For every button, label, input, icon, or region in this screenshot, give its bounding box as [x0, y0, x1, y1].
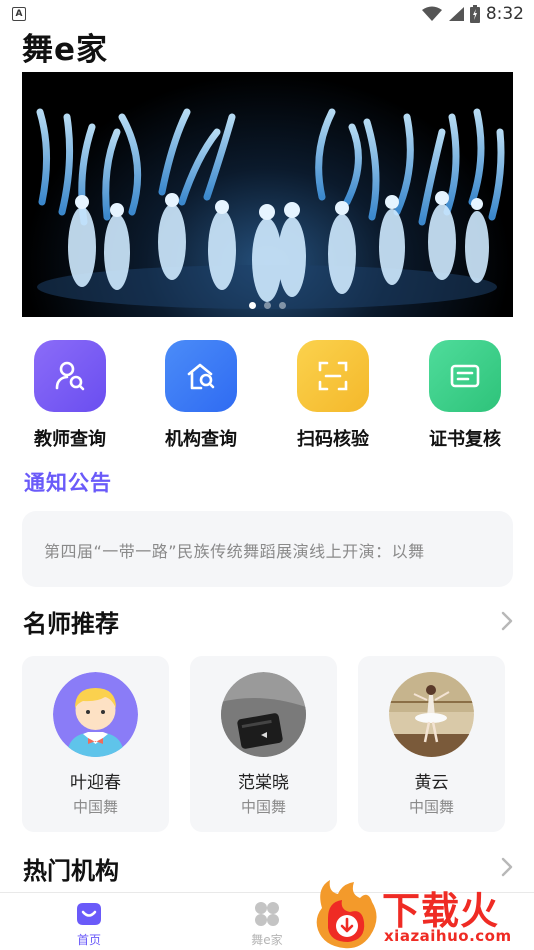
teachers-section-title: 名师推荐	[23, 610, 119, 638]
chevron-right-icon[interactable]	[500, 857, 514, 877]
avatar	[221, 672, 306, 757]
home-icon	[77, 903, 101, 925]
quick-action-label: 机构查询	[165, 429, 237, 450]
status-time: 8:32	[485, 4, 524, 24]
flame-icon	[316, 880, 377, 949]
teacher-card[interactable]: 黄云 中国舞	[358, 656, 505, 832]
banner-dot[interactable]	[264, 302, 271, 309]
institution-search-button[interactable]: 机构查询	[146, 340, 256, 451]
certificate-icon	[429, 340, 501, 412]
teacher-card[interactable]: 叶迎春 中国舞	[22, 656, 169, 832]
teacher-name: 黄云	[414, 773, 449, 793]
scan-code-button[interactable]: 扫码核验	[278, 340, 388, 451]
teacher-dance-style: 中国舞	[240, 798, 286, 816]
scan-code-icon	[297, 340, 369, 412]
teacher-search-icon	[34, 340, 106, 412]
teacher-search-button[interactable]: 教师查询	[15, 340, 125, 451]
chevron-right-icon[interactable]	[500, 611, 514, 631]
teacher-dance-style: 中国舞	[408, 798, 454, 816]
notice-banner[interactable]: 第四届“一带一路”民族传统舞蹈展演线上开演：以舞	[22, 511, 513, 587]
teacher-dance-style: 中国舞	[72, 798, 118, 816]
grid-icon	[255, 902, 279, 926]
teacher-card[interactable]: 范棠晓 中国舞	[190, 656, 337, 832]
status-icons: 8:32	[421, 4, 524, 24]
banner-dot[interactable]	[249, 302, 256, 309]
tab-label: 舞e家	[251, 933, 283, 947]
avatar	[389, 672, 474, 757]
banner-dot[interactable]	[279, 302, 286, 309]
banner-carousel[interactable]	[22, 72, 513, 317]
signal-icon	[448, 7, 464, 21]
tab-home[interactable]: 首页	[44, 899, 134, 948]
notice-text[interactable]: 第四届“一带一路”民族传统舞蹈展演线上开演：以舞	[44, 538, 425, 562]
tab-label: 首页	[76, 933, 101, 947]
institution-search-icon	[165, 340, 237, 412]
banner-pagination	[22, 302, 513, 309]
quick-action-label: 教师查询	[34, 429, 106, 450]
app-title: 舞e家	[22, 32, 109, 68]
institutions-section-title: 热门机构	[23, 857, 119, 885]
teacher-name: 范棠晓	[238, 773, 289, 793]
quick-action-label: 扫码核验	[297, 429, 369, 450]
notice-section-title: 通知公告	[24, 471, 112, 495]
battery-icon	[469, 5, 480, 23]
tab-wuejia[interactable]: 舞e家	[222, 899, 312, 948]
quick-action-label: 证书复核	[429, 429, 501, 450]
avatar	[53, 672, 138, 757]
watermark-logo: 下载火 xiazaihuo.com	[312, 878, 534, 950]
quick-actions: 教师查询 机构查询 扫码核验 证书复核	[0, 340, 534, 460]
wifi-icon	[421, 6, 442, 21]
certificate-review-button[interactable]: 证书复核	[410, 340, 520, 451]
banner-image	[36, 108, 505, 309]
teacher-name: 叶迎春	[70, 773, 121, 793]
notification-icon: A	[12, 7, 26, 21]
watermark-url: xiazaihuo.com	[384, 927, 512, 945]
